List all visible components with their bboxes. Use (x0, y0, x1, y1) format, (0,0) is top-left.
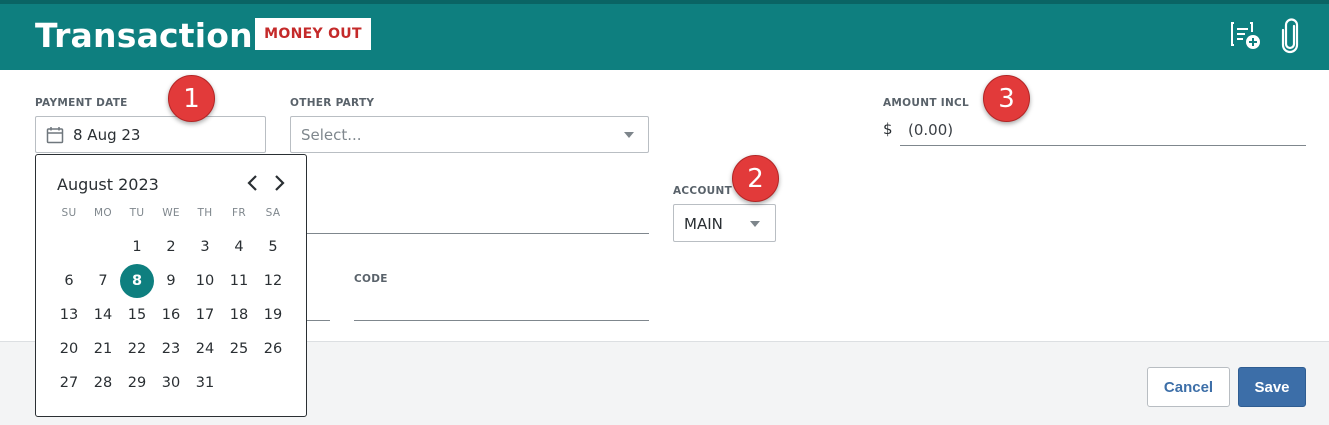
calendar-day-selected[interactable]: 8 (120, 264, 154, 298)
calendar-day[interactable]: 23 (154, 332, 188, 366)
calendar-day[interactable]: 6 (52, 264, 86, 298)
other-party-select[interactable]: Select... (290, 116, 649, 153)
chevron-down-icon (624, 132, 634, 138)
calendar-day[interactable]: 2 (154, 230, 188, 264)
calendar-day[interactable]: 15 (120, 298, 154, 332)
payment-date-value: 8 Aug 23 (73, 126, 141, 144)
header-bar: Transaction MONEY OUT (0, 0, 1329, 70)
calendar-day[interactable]: 17 (188, 298, 222, 332)
payment-date-input[interactable]: 8 Aug 23 (35, 116, 266, 153)
calendar-day[interactable]: 31 (188, 366, 222, 400)
calendar-day[interactable]: 18 (222, 298, 256, 332)
calendar-day[interactable]: 24 (188, 332, 222, 366)
paperclip-icon[interactable] (1276, 18, 1308, 54)
amount-input[interactable]: (0.00) (900, 116, 1306, 146)
calendar-day[interactable]: 4 (222, 230, 256, 264)
page-title: Transaction (35, 16, 253, 55)
calendar-day[interactable]: 9 (154, 264, 188, 298)
other-party-placeholder: Select... (301, 126, 362, 144)
account-value: MAIN (684, 215, 723, 233)
account-select[interactable]: MAIN (673, 204, 776, 242)
calendar-day[interactable]: 25 (222, 332, 256, 366)
calendar-day[interactable]: 7 (86, 264, 120, 298)
calendar-day[interactable]: 1 (120, 230, 154, 264)
chevron-left-icon[interactable] (245, 173, 261, 193)
transaction-type-badge: MONEY OUT (255, 18, 371, 50)
cancel-button[interactable]: Cancel (1147, 367, 1230, 407)
calendar-day[interactable]: 20 (52, 332, 86, 366)
calendar-month-title: August 2023 (57, 175, 159, 194)
step-marker-2: 2 (732, 155, 779, 202)
calendar-day[interactable]: 11 (222, 264, 256, 298)
step-marker-3: 3 (983, 75, 1030, 122)
payment-date-label: PAYMENT DATE (35, 97, 128, 109)
chevron-down-icon (750, 221, 760, 227)
notes-add-icon[interactable] (1230, 18, 1262, 54)
calendar-day[interactable]: 28 (86, 366, 120, 400)
weekday-header: TH (197, 207, 213, 219)
other-party-label: OTHER PARTY (290, 97, 375, 109)
description-field[interactable] (290, 233, 649, 234)
weekday-header: TU (129, 207, 145, 219)
calendar-day[interactable]: 5 (256, 230, 290, 264)
calendar-day[interactable]: 12 (256, 264, 290, 298)
calendar-day[interactable]: 14 (86, 298, 120, 332)
amount-label: AMOUNT INCL (883, 97, 970, 109)
calendar-icon (46, 127, 64, 144)
calendar-day[interactable]: 27 (52, 366, 86, 400)
calendar-day[interactable]: 30 (154, 366, 188, 400)
code-input[interactable] (354, 320, 649, 321)
calendar-day[interactable]: 16 (154, 298, 188, 332)
calendar-day[interactable]: 19 (256, 298, 290, 332)
weekday-header: SU (61, 207, 77, 219)
code-label: CODE (354, 273, 388, 285)
calendar-day[interactable]: 21 (86, 332, 120, 366)
currency-symbol: $ (883, 120, 893, 138)
calendar-day[interactable]: 13 (52, 298, 86, 332)
date-picker-popup: August 2023 SU MO TU WE TH FR SA 1 2 3 4 5 6 7 8 9 10 11 1… (35, 154, 307, 417)
calendar-day[interactable]: 22 (120, 332, 154, 366)
calendar-day[interactable]: 3 (188, 230, 222, 264)
weekday-header: WE (162, 207, 180, 219)
weekday-header: FR (232, 207, 246, 219)
calendar-day[interactable]: 10 (188, 264, 222, 298)
chevron-right-icon[interactable] (271, 173, 287, 193)
save-button[interactable]: Save (1238, 367, 1306, 407)
account-label: ACCOUNT (673, 185, 733, 197)
step-marker-1: 1 (168, 75, 215, 122)
calendar-day[interactable]: 26 (256, 332, 290, 366)
calendar-day[interactable]: 29 (120, 366, 154, 400)
amount-value: (0.00) (908, 121, 954, 139)
weekday-header: SA (265, 207, 281, 219)
weekday-header: MO (94, 207, 112, 219)
